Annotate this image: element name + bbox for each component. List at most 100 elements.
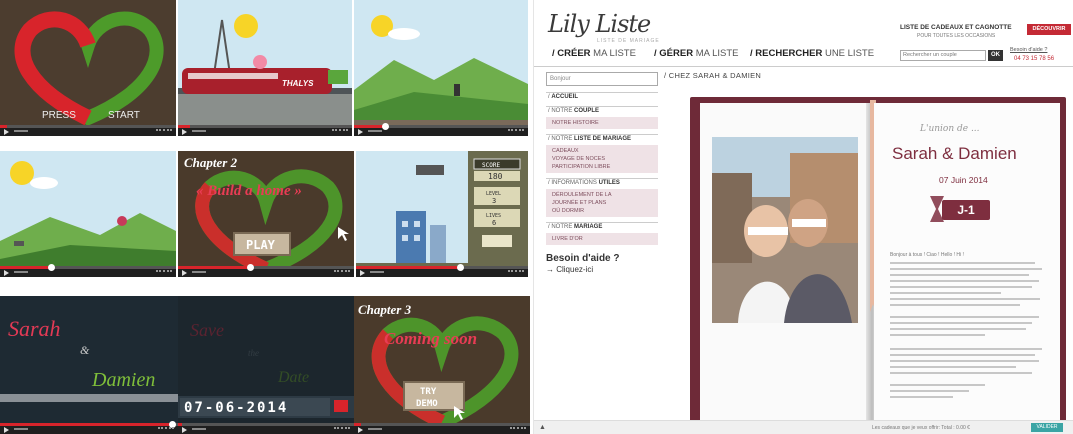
sidebar-search-input[interactable]: Bonjour [546, 72, 658, 86]
sidebar-item-deroulement[interactable]: DÉROULEMENT DE LA [552, 191, 652, 199]
video-tile-chapter-2[interactable]: Chapter 2 « Build a home » PLAY [178, 151, 354, 277]
sun-icon [10, 161, 34, 185]
heart-balloon-icon [253, 55, 267, 69]
video-tile-hills[interactable] [354, 0, 528, 136]
svg-text:TRY: TRY [420, 387, 437, 397]
help-link[interactable]: Besoin d'aide ? [1010, 47, 1047, 53]
site-logo[interactable]: Lily Liste [548, 10, 651, 38]
video-tile-chapter-3[interactable]: Chapter 3 Coming soon TRY DEMO [354, 296, 530, 434]
video-progress-bar[interactable] [0, 264, 176, 277]
chapter-3-title: Chapter 3 [358, 302, 412, 317]
video-tile-tetris[interactable]: SCORE 180 LEVEL 3 LIVES 6 [356, 151, 528, 277]
video-progress-bar[interactable] [178, 423, 354, 434]
nav-search-list[interactable]: / RECHERCHER UNE LISTE [750, 48, 874, 59]
level-value: 3 [492, 197, 496, 205]
help-cta-link[interactable]: → Cliquez-ici [546, 265, 658, 274]
sidebar-item-participation[interactable]: PARTICIPATION LIBRE [552, 163, 652, 171]
bird-icon [117, 216, 127, 226]
video-tile-press-start[interactable]: PRESS START [0, 0, 176, 136]
countdown-badge: J-1 [942, 200, 990, 220]
greeting-text: Bonjour à tous ! Ciao ! Hello ! Hi ! [890, 252, 964, 258]
breadcrumb: / CHEZ SARAH & DAMIEN [664, 71, 762, 80]
coming-soon-title: Coming soon [384, 329, 477, 348]
tetris-scene: SCORE 180 LEVEL 3 LIVES 6 [356, 151, 528, 277]
site-logo-subtitle: LISTE DE MARIAGE [597, 38, 660, 44]
sidebar-item-cadeaux[interactable]: CADEAUX [552, 147, 652, 155]
sidebar-menu: Bonjour / ACCUEIL / NOTRE COUPLE NOTRE H… [546, 72, 658, 274]
paragraph-block [890, 262, 1048, 310]
crane-icon [416, 165, 444, 175]
couple-photo [712, 137, 858, 323]
lives-value: 6 [492, 219, 496, 227]
composite-screenshot: PRESS START THALYS Chapter 2 « Build a h… [0, 0, 1073, 434]
gift-list-subtitle: POUR TOUTES LES OCCASIONS [917, 33, 996, 39]
building-icon [396, 211, 426, 263]
sidebar-item-infos[interactable]: / INFORMATIONS UTILES [546, 178, 658, 187]
couple-search-input[interactable]: Rechercher un couple [900, 50, 986, 61]
hills-scene [354, 0, 528, 136]
video-progress-bar[interactable] [356, 264, 528, 277]
svg-text:Save: Save [190, 320, 224, 340]
invite-heading: L'union de ... [920, 124, 980, 134]
video-tile-train[interactable]: THALYS [178, 0, 352, 136]
sidebar-item-mariage[interactable]: / NOTRE MARIAGE [546, 222, 658, 231]
video-tile-valley[interactable] [0, 151, 176, 277]
video-progress-bar[interactable] [178, 125, 352, 136]
sidebar-submenu-liste: CADEAUX VOYAGE DE NOCES PARTICIPATION LI… [546, 145, 658, 173]
validate-button[interactable]: VALIDER [1031, 423, 1063, 432]
svg-text:&: & [80, 343, 90, 357]
sidebar-item-accueil[interactable]: / ACCUEIL [546, 92, 658, 101]
paragraph-block [890, 384, 1048, 402]
svg-text:DEMO: DEMO [416, 399, 438, 409]
wedding-website: Lily Liste LISTE DE MARIAGE / CRÉER MA L… [533, 0, 1073, 434]
sidebar-item-liste[interactable]: / NOTRE LISTE DE MARIAGE [546, 134, 658, 143]
video-progress-bar[interactable] [354, 123, 528, 136]
train-scene: THALYS [178, 0, 352, 136]
svg-text:THALYS: THALYS [282, 79, 314, 88]
save-date-scene: Save the Date 07-06-2014 [178, 296, 354, 434]
sidebar-item-livre-or[interactable]: LIVRE D'OR [546, 233, 658, 245]
video-progress-bar[interactable] [354, 423, 530, 434]
nav-create-list[interactable]: / CRÉER MA LISTE [552, 48, 636, 59]
score-value: 180 [488, 172, 503, 181]
chapter-2-title: Chapter 2 [184, 155, 238, 170]
sarah-label: Sarah [8, 316, 61, 341]
search-ok-button[interactable]: OK [988, 50, 1003, 61]
start-label: START [108, 110, 140, 121]
press-start-scene: PRESS START [0, 0, 176, 136]
paragraph-block [890, 316, 1048, 340]
privacy-bar [792, 219, 826, 227]
sidebar-item-plans[interactable]: JOURNÉE ET PLANS [552, 199, 652, 207]
chapter-3-scene: Chapter 3 Coming soon TRY DEMO [354, 296, 530, 434]
character-sprite [454, 84, 460, 96]
scroll-up-icon[interactable]: ▲ [539, 424, 546, 431]
header-divider [534, 66, 1073, 67]
wedding-date: 07 Juin 2014 [939, 175, 988, 185]
video-progress-bar[interactable] [0, 125, 176, 136]
footer-bar: ▲ Les cadeaux que je veux offrir: Total … [534, 420, 1073, 434]
paragraph-block [890, 348, 1048, 378]
video-tile-save-the-date[interactable]: Save the Date 07-06-2014 [178, 296, 354, 434]
sidebar-submenu-infos: DÉROULEMENT DE LA JOURNÉE ET PLANS OÙ DO… [546, 189, 658, 217]
book-left-page [700, 103, 870, 421]
video-progress-bar[interactable] [0, 421, 178, 434]
chapter-2-scene: Chapter 2 « Build a home » PLAY [178, 151, 354, 277]
gift-list-title: LISTE DE CADEAUX ET CAGNOTTE [900, 24, 1012, 31]
date-counter-value: 07-06-2014 [184, 400, 288, 416]
valley-scene [0, 151, 176, 277]
footer-total-text: Les cadeaux que je veux offrir: Total : … [872, 425, 970, 431]
sidebar-item-voyage[interactable]: VOYAGE DE NOCES [552, 155, 652, 163]
sidebar-item-couple[interactable]: / NOTRE COUPLE [546, 106, 658, 115]
sidebar-item-dormir[interactable]: OÙ DORMIR [552, 207, 652, 215]
video-progress-bar[interactable] [178, 264, 354, 277]
sidebar-item-histoire[interactable]: NOTRE HISTOIRE [546, 117, 658, 129]
build-home-title: « Build a home » [196, 183, 302, 199]
svg-text:SCORE: SCORE [482, 162, 500, 169]
names-scene: Sarah & Damien [0, 296, 178, 434]
game-button[interactable] [482, 235, 512, 247]
damien-label: Damien [91, 369, 155, 391]
svg-text:Date: Date [277, 369, 309, 386]
nav-manage-list[interactable]: / GÉRER MA LISTE [654, 48, 738, 59]
video-tile-sarah-damien[interactable]: Sarah & Damien [0, 296, 178, 434]
discover-button[interactable]: DÉCOUVRIR [1027, 24, 1071, 35]
